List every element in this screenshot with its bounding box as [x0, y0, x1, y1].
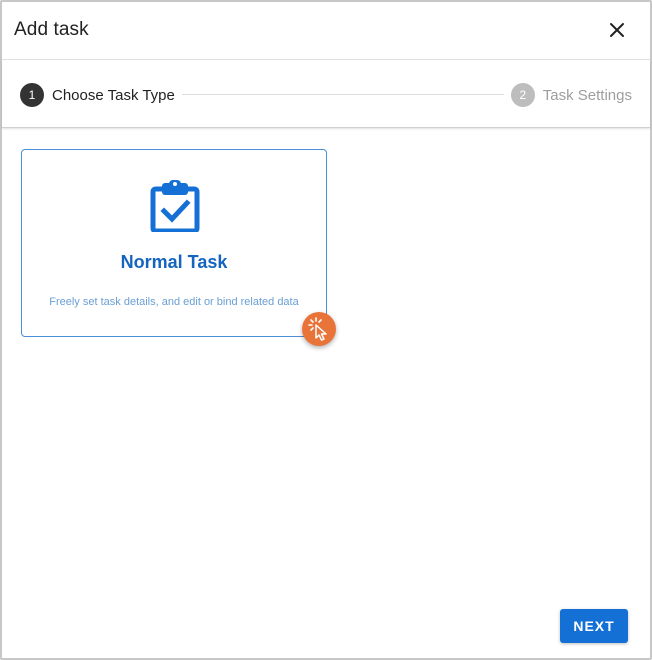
- step-number-badge: 2: [510, 83, 535, 107]
- dialog-header: Add task: [2, 2, 650, 60]
- step-label: Choose Task Type: [52, 86, 175, 104]
- card-description: Freely set task details, and edit or bin…: [49, 296, 299, 308]
- close-button[interactable]: [604, 17, 630, 43]
- normal-task-card[interactable]: Normal Task Freely set task details, and…: [21, 149, 327, 337]
- dialog-title: Add task: [14, 19, 89, 40]
- next-button[interactable]: NEXT: [560, 609, 628, 643]
- click-indicator: [302, 312, 336, 346]
- stepper: 1 Choose Task Type 2 Task Settings: [2, 60, 650, 128]
- cursor-click-icon: [308, 317, 327, 341]
- add-task-dialog: Add task 1 Choose Task Type 2 Task Setti…: [0, 0, 652, 660]
- step-connector: [182, 94, 504, 95]
- step-label: Task Settings: [542, 86, 632, 104]
- close-icon: [610, 23, 624, 37]
- step-choose-task-type[interactable]: 1 Choose Task Type: [20, 83, 175, 107]
- clipboard-check-icon: [150, 180, 200, 232]
- step-number-badge: 1: [20, 83, 44, 107]
- card-title: Normal Task: [120, 252, 228, 272]
- step-task-settings[interactable]: 2 Task Settings: [510, 83, 632, 107]
